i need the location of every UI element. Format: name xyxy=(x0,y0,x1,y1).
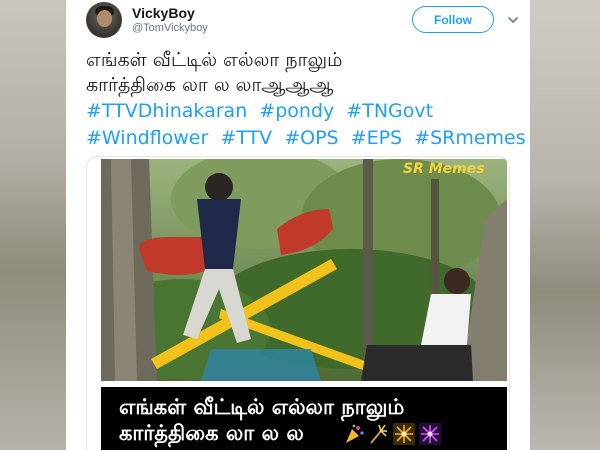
hashtag-link[interactable]: #TNGovt xyxy=(346,100,433,122)
tweet-text: எங்கள் வீட்டில் எல்லா நாலும் கார்த்திகை … xyxy=(86,48,526,98)
tweet-header: VickyBoy @TomVickyboy Follow xyxy=(66,0,530,40)
tweet-card: VickyBoy @TomVickyboy Follow எங்கள் வீட்… xyxy=(66,0,530,450)
meme-photo[interactable]: SR Memes xyxy=(101,159,507,381)
background-left xyxy=(0,0,66,450)
meme-photo-illustration: SR Memes xyxy=(101,159,507,381)
hashtag-row: #TTVDhinakaran #pondy #TNGovt xyxy=(86,98,526,125)
hashtag-link[interactable]: #OPS xyxy=(284,127,338,149)
tweet-text-line: கார்த்திகை லா ல லாஆஆஆ xyxy=(86,74,334,96)
meme-caption: எங்கள் வீட்டில் எல்லா நாலும் கார்த்திகை … xyxy=(101,387,507,450)
user-handle[interactable]: @TomVickyboy xyxy=(132,22,208,34)
caption-line: எங்கள் வீட்டில் எல்லா நாலும் xyxy=(119,395,405,419)
firework-icon xyxy=(419,423,441,445)
watermark-text: SR Memes xyxy=(403,161,485,177)
hashtag-link[interactable]: #TTVDhinakaran xyxy=(86,100,247,122)
tweet-text-line: எங்கள் வீட்டில் எல்லா நாலும் xyxy=(86,49,343,71)
hashtag-link[interactable]: #Windflower xyxy=(86,127,208,149)
avatar[interactable] xyxy=(86,2,122,38)
sparkler-icon xyxy=(370,424,387,444)
firework-icon xyxy=(393,423,415,445)
hashtag-list: #TTVDhinakaran #pondy #TNGovt #Windflowe… xyxy=(86,98,526,152)
hashtag-link[interactable]: #SRmemes xyxy=(414,127,525,149)
tweet-media[interactable]: SR Memes எங்கள் வீட்டில் எல்லா நாலும் கா… xyxy=(86,156,510,450)
background-right xyxy=(530,0,600,450)
hashtag-row: #Windflower #TTV #OPS #EPS #SRmemes xyxy=(86,125,526,152)
follow-button[interactable]: Follow xyxy=(412,6,494,33)
caption-line: கார்த்திகை லா ல ல xyxy=(119,421,304,445)
hashtag-link[interactable]: #pondy xyxy=(259,100,334,122)
party-popper-icon xyxy=(346,424,364,443)
hashtag-link[interactable]: #EPS xyxy=(351,127,402,149)
hashtag-link[interactable]: #TTV xyxy=(220,127,272,149)
display-name[interactable]: VickyBoy xyxy=(132,5,195,21)
chevron-down-icon[interactable] xyxy=(506,13,520,27)
